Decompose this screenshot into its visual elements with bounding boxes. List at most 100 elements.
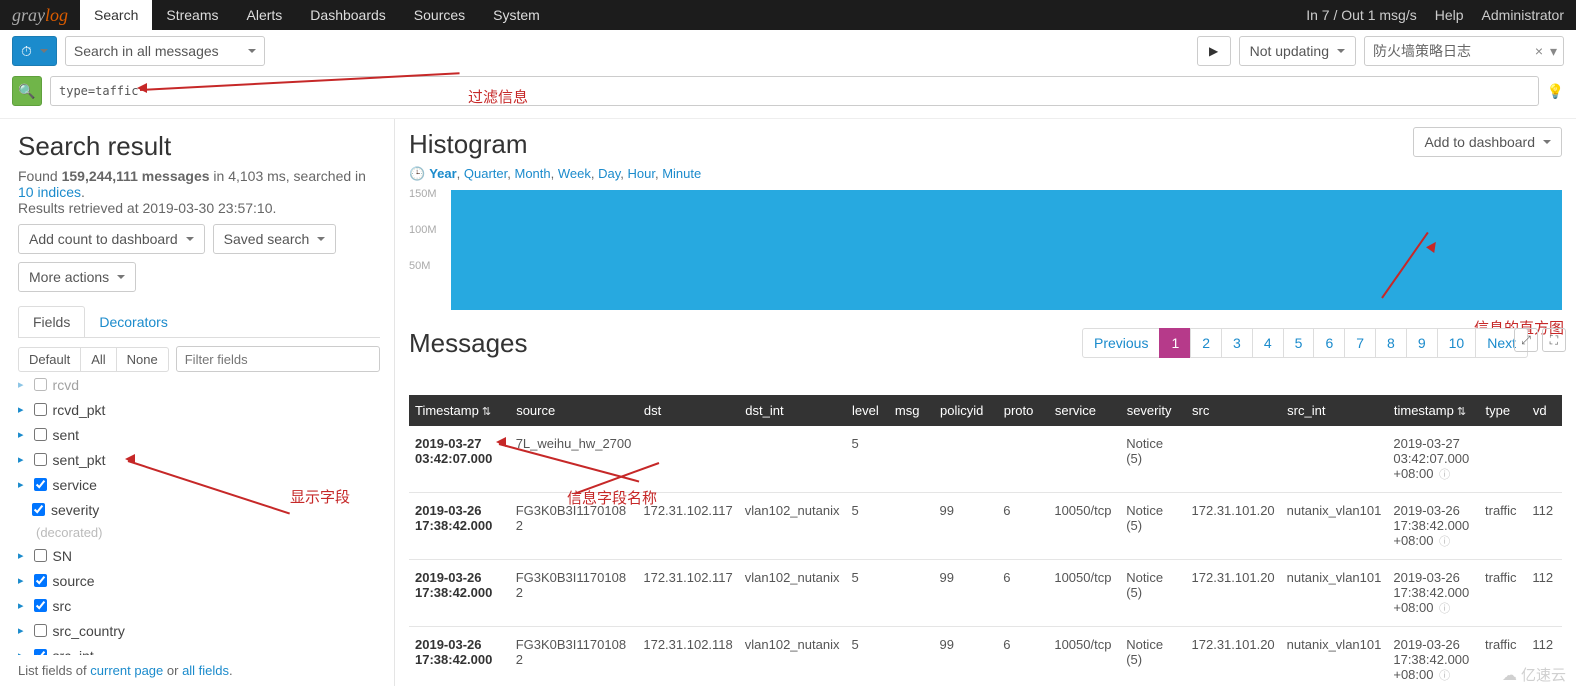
- chevron-right-icon[interactable]: ▸: [18, 428, 24, 441]
- chevron-right-icon[interactable]: ▸: [18, 378, 24, 391]
- col-vd[interactable]: vd: [1526, 395, 1561, 426]
- col-policyid[interactable]: policyid: [934, 395, 998, 426]
- chevron-right-icon[interactable]: ▸: [18, 478, 24, 491]
- page-2[interactable]: 2: [1190, 328, 1222, 358]
- chevron-right-icon[interactable]: ▸: [18, 453, 24, 466]
- range-select[interactable]: Search in all messages: [65, 36, 265, 66]
- fields-default[interactable]: Default: [18, 347, 81, 372]
- field-checkbox[interactable]: [34, 574, 47, 587]
- chevron-right-icon[interactable]: ▸: [18, 574, 24, 587]
- page-4[interactable]: 4: [1252, 328, 1284, 358]
- scale-month[interactable]: Month: [515, 166, 551, 181]
- page-7[interactable]: 7: [1344, 328, 1376, 358]
- chevron-right-icon[interactable]: ▸: [18, 403, 24, 416]
- scale-week[interactable]: Week: [558, 166, 591, 181]
- col-level[interactable]: level: [845, 395, 888, 426]
- field-checkbox[interactable]: [34, 549, 47, 562]
- chevron-right-icon[interactable]: ▸: [18, 624, 24, 637]
- nav-streams[interactable]: Streams: [152, 0, 232, 30]
- fields-all[interactable]: All: [80, 347, 116, 372]
- run-button[interactable]: ▶: [1197, 36, 1231, 66]
- expand-icon[interactable]: ⤢: [1514, 328, 1538, 352]
- all-fields-link[interactable]: all fields: [182, 663, 229, 678]
- field-checkbox[interactable]: [34, 649, 47, 655]
- fields-list[interactable]: 显示字段 ▸rcvd▸rcvd_pkt▸sent▸sent_pkt▸servic…: [18, 378, 380, 655]
- scale-minute[interactable]: Minute: [662, 166, 701, 181]
- nav-search[interactable]: Search: [80, 0, 152, 30]
- chevron-right-icon[interactable]: ▸: [18, 649, 24, 655]
- fields-none[interactable]: None: [116, 347, 169, 372]
- chevron-right-icon[interactable]: ▸: [18, 549, 24, 562]
- more-actions-button[interactable]: More actions: [18, 262, 136, 292]
- field-item[interactable]: ▸src_country: [18, 618, 373, 643]
- field-checkbox[interactable]: [34, 378, 47, 391]
- field-item[interactable]: ▸rcvd_pkt: [18, 397, 373, 422]
- col-service[interactable]: service: [1048, 395, 1120, 426]
- time-picker-button[interactable]: ⏱: [12, 36, 57, 66]
- nav-system[interactable]: System: [479, 0, 554, 30]
- nav-sources[interactable]: Sources: [400, 0, 479, 30]
- nav-dashboards[interactable]: Dashboards: [296, 0, 400, 30]
- current-page-link[interactable]: current page: [90, 663, 163, 678]
- add-to-dashboard-button[interactable]: Add to dashboard: [1413, 127, 1562, 157]
- field-item[interactable]: ▸sent_pkt: [18, 447, 373, 472]
- fullscreen-icon[interactable]: ⛶: [1542, 328, 1566, 352]
- admin-link[interactable]: Administrator: [1482, 7, 1564, 23]
- scale-day[interactable]: Day: [598, 166, 620, 181]
- table-row[interactable]: 2019-03-26 17:38:42.000FG3K0B3I1170108 2…: [409, 627, 1562, 687]
- field-checkbox[interactable]: [34, 428, 47, 441]
- tab-fields[interactable]: Fields: [18, 306, 85, 337]
- histogram-bar[interactable]: [451, 190, 1562, 310]
- col-dst[interactable]: dst: [637, 395, 738, 426]
- col-src[interactable]: src: [1186, 395, 1281, 426]
- col-proto[interactable]: proto: [997, 395, 1048, 426]
- table-row[interactable]: 2019-03-27 03:42:07.0007L_weihu_hw_27005…: [409, 426, 1562, 493]
- add-count-button[interactable]: Add count to dashboard: [18, 224, 205, 254]
- field-checkbox[interactable]: [32, 503, 45, 516]
- col-timestamp[interactable]: timestamp ⇅: [1387, 395, 1479, 426]
- field-item[interactable]: ▸SN: [18, 543, 373, 568]
- field-item[interactable]: ▸source: [18, 568, 373, 593]
- page-6[interactable]: 6: [1313, 328, 1345, 358]
- field-checkbox[interactable]: [34, 478, 47, 491]
- field-item[interactable]: ▸src: [18, 593, 373, 618]
- fields-filter-input[interactable]: [176, 346, 380, 372]
- stream-select[interactable]: 防火墙策略日志×▾: [1364, 36, 1564, 66]
- scale-year[interactable]: Year: [429, 166, 456, 181]
- page-10[interactable]: 10: [1437, 328, 1477, 358]
- page-1[interactable]: 1: [1159, 328, 1191, 358]
- col-src_int[interactable]: src_int: [1281, 395, 1388, 426]
- col-msg[interactable]: msg: [888, 395, 933, 426]
- field-checkbox[interactable]: [34, 403, 47, 416]
- field-checkbox[interactable]: [34, 453, 47, 466]
- histogram-chart[interactable]: 150M 100M 50M: [409, 190, 1562, 310]
- bulb-icon[interactable]: 💡: [1547, 83, 1564, 100]
- field-checkbox[interactable]: [34, 599, 47, 612]
- indices-link[interactable]: 10 indices: [18, 184, 81, 200]
- field-item[interactable]: ▸sent: [18, 422, 373, 447]
- scale-hour[interactable]: Hour: [628, 166, 655, 181]
- col-severity[interactable]: severity: [1120, 395, 1185, 426]
- page-8[interactable]: 8: [1375, 328, 1407, 358]
- field-item[interactable]: ▸src_int: [18, 643, 373, 655]
- col-dst_int[interactable]: dst_int: [739, 395, 846, 426]
- query-input[interactable]: [50, 76, 1539, 106]
- nav-alerts[interactable]: Alerts: [233, 0, 297, 30]
- scale-quarter[interactable]: Quarter: [464, 166, 507, 181]
- col-Timestamp[interactable]: Timestamp ⇅: [409, 395, 510, 426]
- field-checkbox[interactable]: [34, 624, 47, 637]
- saved-search-button[interactable]: Saved search: [213, 224, 337, 254]
- help-link[interactable]: Help: [1435, 7, 1464, 23]
- col-source[interactable]: source: [510, 395, 638, 426]
- table-row[interactable]: 2019-03-26 17:38:42.000FG3K0B3I1170108 2…: [409, 560, 1562, 627]
- page-9[interactable]: 9: [1406, 328, 1438, 358]
- col-type[interactable]: type: [1479, 395, 1526, 426]
- refresh-select[interactable]: Not updating: [1239, 36, 1356, 66]
- clear-icon[interactable]: ×: [1535, 43, 1543, 59]
- page-prev[interactable]: Previous: [1082, 328, 1160, 358]
- page-5[interactable]: 5: [1283, 328, 1315, 358]
- field-item[interactable]: ▸rcvd: [18, 378, 373, 397]
- page-3[interactable]: 3: [1221, 328, 1253, 358]
- tab-decorators[interactable]: Decorators: [84, 306, 182, 337]
- search-button[interactable]: 🔍: [12, 76, 42, 106]
